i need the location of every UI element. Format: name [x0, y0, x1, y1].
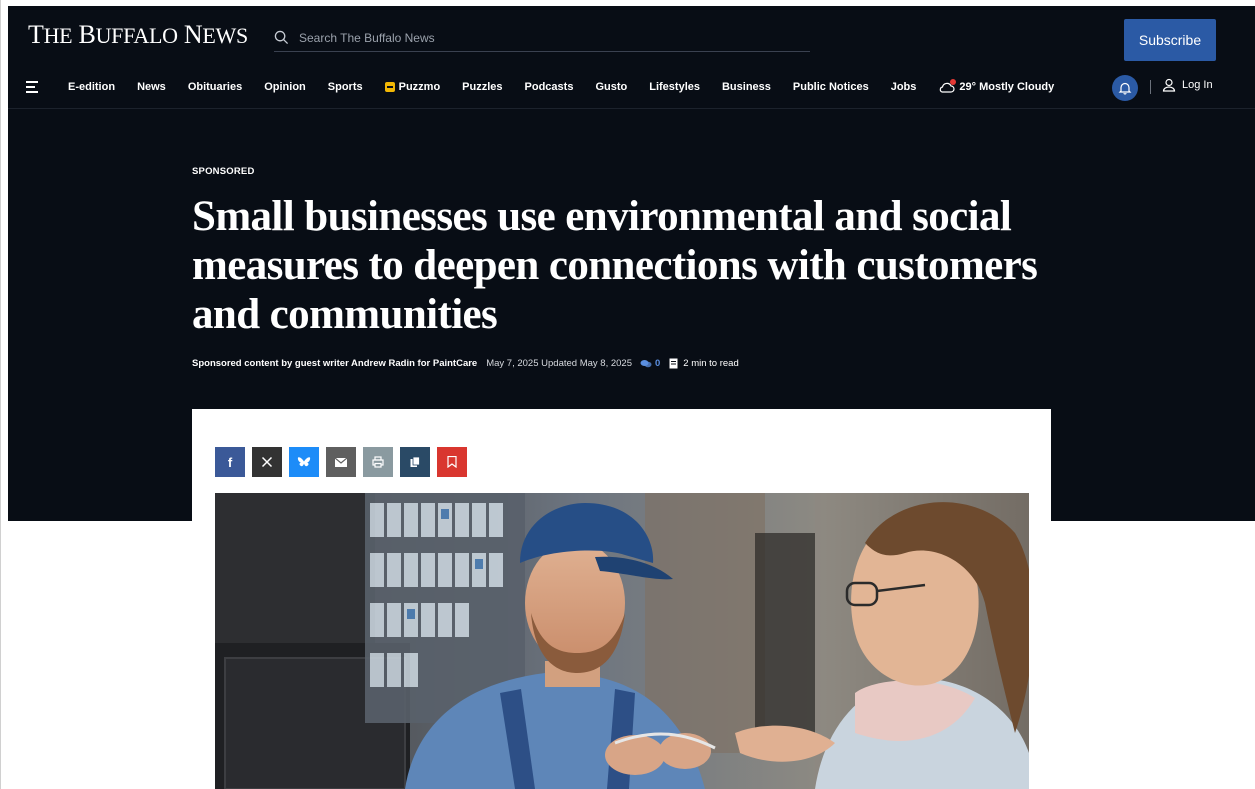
nav-item-news[interactable]: News — [137, 81, 166, 93]
search-bar[interactable] — [274, 24, 810, 52]
email-icon — [335, 457, 347, 467]
share-bluesky-button[interactable] — [289, 447, 319, 477]
svg-text:f: f — [228, 456, 233, 468]
share-facebook-button[interactable]: f — [215, 447, 245, 477]
search-icon — [274, 30, 289, 45]
nav-item-puzzles[interactable]: Puzzles — [462, 81, 502, 93]
bluesky-icon — [297, 457, 311, 467]
nav-item-sports[interactable]: Sports — [328, 81, 363, 93]
nav-item-puzzmo-label: Puzzmo — [398, 81, 441, 93]
share-x-button[interactable] — [252, 447, 282, 477]
article-kicker: SPONSORED — [192, 166, 255, 177]
nav-item-puzzmo[interactable]: Puzzmo — [384, 81, 441, 93]
byline-author: Sponsored content by guest writer Andrew… — [192, 358, 478, 369]
bell-icon — [1118, 82, 1132, 95]
puzzmo-icon — [384, 82, 395, 92]
nav-item-podcasts[interactable]: Podcasts — [525, 81, 574, 93]
article-byline: Sponsored content by guest writer Andrew… — [192, 358, 739, 369]
site-logo-text: THE BUFFALO NEWS — [28, 20, 248, 49]
byline-dates: May 7, 2025 Updated May 8, 2025 — [486, 358, 632, 369]
site-logo[interactable]: THE BUFFALO NEWS — [28, 20, 248, 50]
article-headline: Small businesses use environmental and s… — [192, 193, 1038, 338]
hero-photo — [215, 493, 1029, 789]
subscribe-button[interactable]: Subscribe — [1124, 19, 1216, 61]
read-time-label: 2 min to read — [683, 358, 739, 369]
bookmark-button[interactable] — [437, 447, 467, 477]
nav-item-opinion[interactable]: Opinion — [264, 81, 306, 93]
print-icon — [372, 456, 384, 468]
nav-item-gusto[interactable]: Gusto — [595, 81, 627, 93]
document-icon — [669, 358, 678, 369]
search-input[interactable] — [299, 30, 779, 45]
weather-widget[interactable]: 29° Mostly Cloudy — [938, 79, 1055, 94]
notifications-button[interactable] — [1112, 75, 1138, 101]
nav-item-business[interactable]: Business — [722, 81, 771, 93]
login-label: Log In — [1182, 79, 1213, 91]
login-link[interactable]: Log In — [1162, 78, 1213, 92]
share-toolbar: f — [215, 447, 467, 477]
user-icon — [1162, 78, 1176, 92]
read-time: 2 min to read — [669, 358, 739, 369]
menu-icon[interactable] — [26, 81, 40, 93]
copy-icon — [410, 456, 420, 467]
nav-item-lifestyles[interactable]: Lifestyles — [649, 81, 700, 93]
nav-item-jobs[interactable]: Jobs — [891, 81, 917, 93]
print-button[interactable] — [363, 447, 393, 477]
bookmark-icon — [447, 456, 457, 468]
nav-item-obituaries[interactable]: Obituaries — [188, 81, 242, 93]
cloud-icon — [938, 79, 957, 94]
main-nav: E-edition News Obituaries Opinion Sports… — [26, 74, 1076, 100]
copy-link-button[interactable] — [400, 447, 430, 477]
facebook-icon: f — [228, 456, 233, 468]
x-icon — [261, 456, 273, 468]
comment-count: 0 — [654, 358, 661, 369]
weather-label: 29° Mostly Cloudy — [959, 81, 1055, 93]
nav-item-e-edition[interactable]: E-edition — [68, 81, 115, 93]
nav-divider — [1150, 80, 1151, 94]
nav-separator — [8, 108, 1255, 109]
nav-item-public-notices[interactable]: Public Notices — [793, 81, 869, 93]
comment-icon — [640, 359, 652, 367]
share-email-button[interactable] — [326, 447, 356, 477]
comment-count-link[interactable]: 0 — [640, 358, 660, 369]
